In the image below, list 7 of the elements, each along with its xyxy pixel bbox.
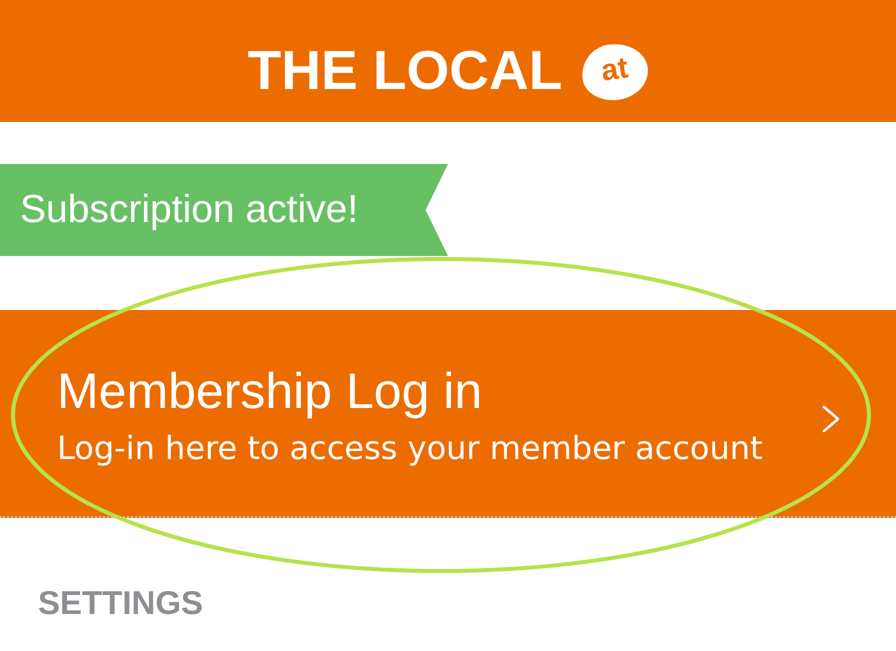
chevron-right-icon xyxy=(822,405,840,433)
row-subtitle: Log-in here to access your member account xyxy=(57,429,764,468)
menu-row[interactable]: Membership Log in Log-in here to access your member account xyxy=(0,310,896,518)
row-title: Membership Log in xyxy=(57,364,484,420)
section-header: SETTINGS xyxy=(37,583,204,619)
status-ribbon: Subscription active! xyxy=(0,164,448,256)
logo-text: THE LOCAL xyxy=(248,42,562,98)
